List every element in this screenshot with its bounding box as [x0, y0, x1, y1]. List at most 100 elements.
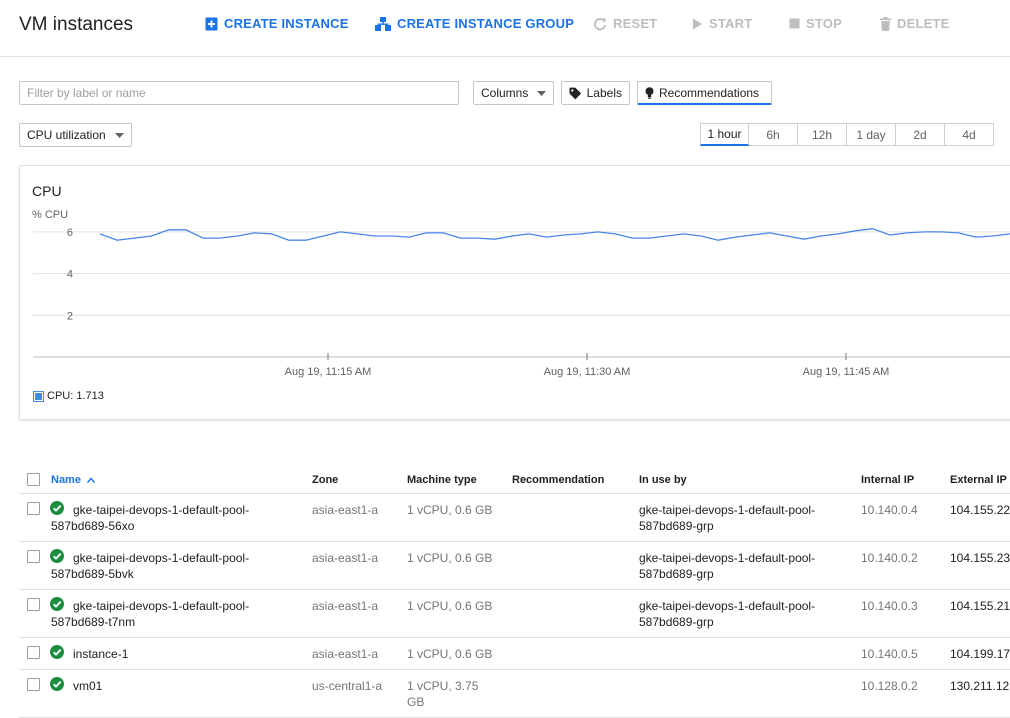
row-checkbox[interactable] — [27, 550, 40, 563]
instance-machine-type: 1 vCPU, 0.6 GB — [407, 551, 493, 565]
instance-internal-ip: 10.140.0.4 — [861, 503, 918, 517]
cpu-chart-card: CPU % CPU 6 4 2 Aug 19, 11:15 AM Aug 19, 11:… — [19, 165, 1010, 420]
x-tick-label: Aug 19, 11:15 AM — [285, 366, 372, 378]
y-tick-label: 2 — [67, 310, 73, 322]
instance-internal-ip: 10.128.0.2 — [861, 679, 918, 693]
time-range-tab[interactable]: 1 hour — [700, 123, 749, 146]
column-header-recommendation[interactable]: Recommendation — [512, 474, 604, 486]
reset-label: RESET — [613, 16, 658, 31]
label-tag-icon — [569, 87, 582, 99]
row-checkbox[interactable] — [27, 502, 40, 515]
labels-label: Labels — [586, 86, 622, 100]
instance-external-ip[interactable]: 130.211.12 — [950, 678, 1009, 694]
status-running-icon — [50, 677, 64, 691]
stop-icon — [789, 18, 800, 29]
column-header-internal-ip[interactable]: Internal IP — [861, 474, 914, 486]
top-action-bar: VM instances CREATE INSTANCE CREATE INST… — [0, 0, 1010, 57]
create-instance-label: CREATE INSTANCE — [224, 16, 349, 31]
column-header-external-ip[interactable]: External IP — [950, 474, 1007, 486]
page-title: VM instances — [19, 14, 134, 35]
instance-name[interactable]: gke-taipei-devops-1-default-pool- 587bd68… — [51, 502, 249, 534]
instance-name[interactable]: gke-taipei-devops-1-default-pool- 587bd68… — [51, 550, 249, 582]
instance-external-ip[interactable]: 104.199.17 — [950, 646, 1010, 662]
instance-name[interactable]: instance-1 — [73, 646, 128, 662]
columns-dropdown[interactable]: Columns — [473, 81, 554, 105]
instance-zone: asia-east1-a — [312, 551, 379, 565]
instance-external-ip[interactable]: 104.155.22 — [950, 502, 1010, 518]
row-checkbox[interactable] — [27, 646, 40, 659]
y-tick-label: 6 — [67, 227, 73, 239]
instance-zone: us-central1-a — [312, 679, 383, 693]
table-row[interactable]: gke-taipei-devops-1-default-pool- 587bd68… — [19, 589, 1010, 638]
time-range-tab[interactable]: 6h — [749, 123, 798, 146]
instance-in-use-by[interactable]: gke-taipei-devops-1-default-pool- 587bd68… — [639, 502, 815, 534]
instance-in-use-by[interactable]: gke-taipei-devops-1-default-pool- 587bd68… — [639, 598, 815, 630]
columns-label: Columns — [481, 86, 529, 100]
status-running-icon — [50, 549, 64, 563]
status-running-icon — [50, 501, 64, 515]
lightbulb-icon — [645, 86, 654, 99]
instance-external-ip[interactable]: 104.155.21 — [950, 598, 1010, 614]
instance-name[interactable]: vm01 — [73, 678, 102, 694]
table-row[interactable]: gke-taipei-devops-1-default-pool- 587bd68… — [19, 493, 1010, 542]
legend-swatch[interactable] — [33, 390, 44, 402]
metric-select-value: CPU utilization — [27, 128, 106, 142]
trash-icon — [880, 16, 891, 31]
row-checkbox[interactable] — [27, 598, 40, 611]
instance-machine-type: 1 vCPU, 3.75 GB — [407, 679, 479, 709]
chart-legend: CPU: 1.713 — [33, 390, 104, 402]
delete-button[interactable]: DELETE — [880, 16, 949, 31]
instance-group-icon — [375, 16, 391, 31]
column-header-zone[interactable]: Zone — [312, 474, 338, 486]
column-header-in-use-by[interactable]: In use by — [639, 474, 687, 486]
time-range-tab[interactable]: 1 day — [847, 123, 896, 146]
create-instance-group-label: CREATE INSTANCE GROUP — [397, 16, 575, 31]
instance-machine-type: 1 vCPU, 0.6 GB — [407, 599, 493, 613]
stop-label: STOP — [806, 16, 842, 31]
instance-in-use-by[interactable]: gke-taipei-devops-1-default-pool- 587bd68… — [639, 550, 815, 582]
caret-down-icon — [115, 132, 124, 138]
time-range-tab[interactable]: 4d — [945, 123, 994, 146]
column-header-name[interactable]: Name — [51, 474, 96, 486]
filter-input[interactable] — [19, 81, 459, 105]
delete-label: DELETE — [897, 16, 950, 31]
time-range-tab[interactable]: 12h — [798, 123, 847, 146]
instance-machine-type: 1 vCPU, 0.6 GB — [407, 647, 493, 661]
labels-button[interactable]: Labels — [561, 81, 630, 105]
create-instance-button[interactable]: CREATE INSTANCE — [205, 16, 349, 31]
reset-button[interactable]: RESET — [593, 16, 657, 31]
table-row[interactable]: instance-1 asia-east1-a 1 vCPU, 0.6 GB 10.1… — [19, 637, 1010, 670]
time-range-tab[interactable]: 2d — [896, 123, 945, 146]
refresh-icon — [594, 17, 607, 30]
instance-zone: asia-east1-a — [312, 647, 379, 661]
add-box-icon — [205, 17, 218, 30]
x-tick-label: Aug 19, 11:45 AM — [803, 366, 890, 378]
sort-ascending-icon — [87, 477, 96, 483]
status-running-icon — [50, 645, 64, 659]
instance-zone: asia-east1-a — [312, 599, 379, 613]
y-tick-label: 4 — [67, 269, 73, 281]
instance-internal-ip: 10.140.0.3 — [861, 599, 918, 613]
cpu-line-chart: 6 4 2 Aug 19, 11:15 AM Aug 19, 11:30 AM Aug 1… — [33, 227, 1010, 378]
caret-down-icon — [537, 90, 546, 96]
instance-name[interactable]: gke-taipei-devops-1-default-pool- 587bd68… — [51, 598, 249, 630]
table-row[interactable]: gke-taipei-devops-1-default-pool- 587bd68… — [19, 541, 1010, 590]
create-instance-group-button[interactable]: CREATE INSTANCE GROUP — [375, 16, 574, 31]
start-button[interactable]: START — [692, 16, 752, 31]
legend-text: CPU: 1.713 — [47, 390, 104, 402]
select-all-checkbox[interactable] — [27, 473, 40, 486]
metric-select[interactable]: CPU utilization — [19, 123, 132, 147]
instance-external-ip[interactable]: 104.155.23 — [950, 550, 1010, 566]
status-running-icon — [50, 597, 64, 611]
column-header-machine-type[interactable]: Machine type — [407, 474, 477, 486]
stop-button[interactable]: STOP — [789, 16, 842, 31]
instance-zone: asia-east1-a — [312, 503, 379, 517]
recommendations-button[interactable]: Recommendations — [637, 81, 772, 105]
instance-internal-ip: 10.140.0.5 — [861, 647, 918, 661]
instance-machine-type: 1 vCPU, 0.6 GB — [407, 503, 493, 517]
row-checkbox[interactable] — [27, 678, 40, 691]
start-label: START — [709, 16, 753, 31]
table-row[interactable]: vm01 us-central1-a 1 vCPU, 3.75 GB 10.128.0.… — [19, 669, 1010, 718]
table-header-row: Name Zone Machine type Recommendation In… — [19, 465, 1010, 494]
x-tick-label: Aug 19, 11:30 AM — [544, 366, 631, 378]
